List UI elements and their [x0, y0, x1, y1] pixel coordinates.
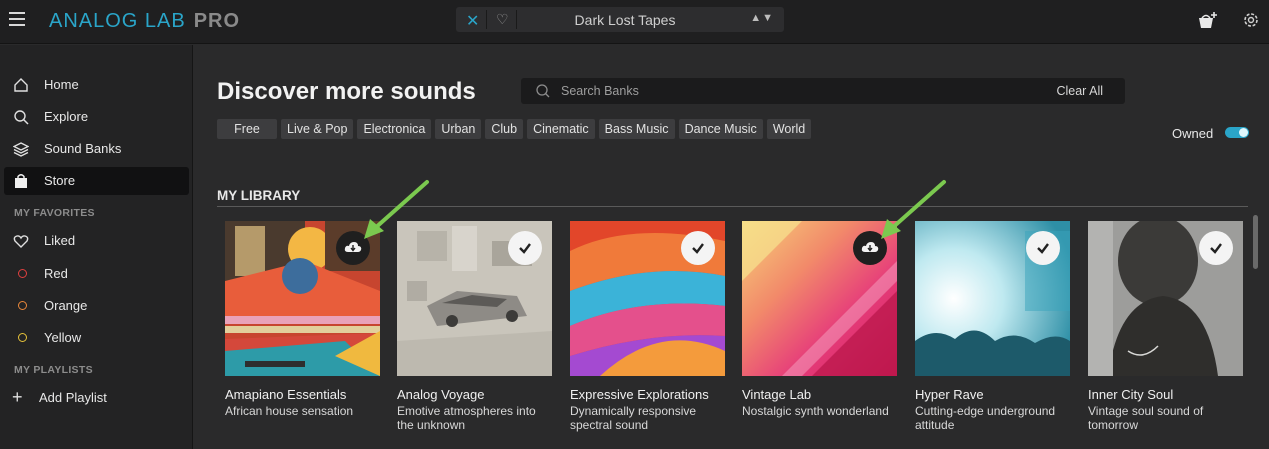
owned-badge: [681, 231, 715, 265]
preset-name[interactable]: Dark Lost Tapes: [516, 12, 734, 28]
sidebar-item-home[interactable]: Home: [4, 71, 189, 99]
checkmark-icon: [1210, 243, 1222, 254]
bank-card-amapiano-essentials[interactable]: Amapiano Essentials African house sensat…: [225, 221, 380, 418]
owned-badge: [1199, 231, 1233, 265]
scrollbar-thumb[interactable]: [1253, 215, 1258, 269]
heart-icon: [13, 235, 29, 248]
sidebar: Home Explore Sound Banks Store MY FAVORI…: [0, 45, 193, 449]
search-icon: [14, 110, 29, 125]
preset-nav-arrows-icon[interactable]: ▲▼: [750, 12, 774, 24]
owned-badge: [1026, 231, 1060, 265]
tag-urban[interactable]: Urban: [435, 119, 482, 139]
top-bar: ANALOG LAB PRO ✕ ♡ Dark Lost Tapes ▲▼: [0, 0, 1269, 44]
sidebar-item-label: Red: [44, 266, 68, 281]
search-bar: Clear All: [521, 78, 1125, 104]
cart-add-icon[interactable]: [1196, 11, 1218, 31]
gear-icon[interactable]: [1242, 11, 1260, 29]
bank-card-expressive-explorations[interactable]: Expressive Explorations Dynamically resp…: [570, 221, 725, 432]
bank-description: Emotive atmospheres into the unknown: [397, 404, 536, 432]
hamburger-menu-icon[interactable]: [9, 12, 25, 26]
sidebar-item-label: Yellow: [44, 330, 82, 345]
bank-cover-image: [1088, 221, 1243, 376]
sidebar-item-sound-banks[interactable]: Sound Banks: [4, 135, 189, 163]
checkmark-icon: [519, 243, 531, 254]
sidebar-item-store[interactable]: Store: [4, 167, 189, 195]
sidebar-item-label: Explore: [44, 109, 89, 124]
tag-bass-music[interactable]: Bass Music: [598, 119, 675, 139]
bank-card-vintage-lab[interactable]: Vintage Lab Nostalgic synth wonderland: [742, 221, 897, 418]
home-icon: [14, 78, 28, 92]
bank-description: Cutting-edge underground attitude: [915, 404, 1056, 432]
sidebar-item-label: Orange: [44, 298, 88, 313]
bank-title: Inner City Soul: [1088, 387, 1174, 402]
bank-description: African house sensation: [225, 404, 354, 418]
bank-description: Nostalgic synth wonderland: [742, 404, 889, 418]
bank-title: Vintage Lab: [742, 387, 812, 402]
divider: [486, 10, 487, 29]
search-input[interactable]: [561, 82, 981, 100]
close-icon[interactable]: ✕: [466, 11, 479, 31]
bank-description: Dynamically responsive spectral sound: [570, 404, 697, 432]
sidebar-item-explore[interactable]: Explore: [4, 103, 189, 131]
annotation-arrow-icon: [364, 180, 429, 239]
library-header: MY LIBRARY: [217, 188, 301, 203]
orange-dot-icon: [18, 301, 27, 310]
preset-selector[interactable]: ✕ ♡ Dark Lost Tapes ▲▼: [456, 7, 784, 32]
tag-live-pop[interactable]: Live & Pop: [281, 119, 354, 139]
yellow-dot-icon: [18, 333, 27, 342]
sidebar-item-red[interactable]: Red: [4, 260, 189, 288]
red-dot-icon: [18, 269, 27, 278]
favorites-header: MY FAVORITES: [14, 207, 95, 219]
clear-all-button[interactable]: Clear All: [1056, 84, 1103, 98]
checkmark-icon: [1037, 243, 1049, 254]
sidebar-item-label: Sound Banks: [44, 141, 122, 156]
tag-world[interactable]: World: [766, 119, 812, 139]
bank-card-analog-voyage[interactable]: Analog Voyage Emotive atmospheres into t…: [397, 221, 552, 432]
layers-icon: [13, 142, 29, 157]
bank-title: Hyper Rave: [915, 387, 984, 402]
sidebar-item-liked[interactable]: Liked: [4, 227, 189, 255]
search-icon: [536, 84, 550, 98]
plus-icon: +: [12, 387, 23, 407]
owned-label: Owned: [1172, 126, 1214, 141]
page-title: Discover more sounds: [217, 78, 476, 105]
annotation-arrow-icon: [881, 180, 946, 239]
bank-title: Expressive Explorations: [570, 387, 709, 402]
tag-electronica[interactable]: Electronica: [357, 119, 432, 139]
app-logo: ANALOG LAB PRO: [49, 10, 240, 33]
owned-badge: [508, 231, 542, 265]
bank-title: Analog Voyage: [397, 387, 485, 402]
tag-free[interactable]: Free: [217, 119, 277, 139]
playlists-header: MY PLAYLISTS: [14, 364, 93, 376]
sidebar-item-label: Home: [44, 77, 79, 92]
logo-main: ANALOG LAB: [49, 10, 186, 32]
bank-card-hyper-rave[interactable]: Hyper Rave Cutting-edge underground atti…: [915, 221, 1070, 432]
shopping-bag-icon: [15, 174, 27, 188]
sidebar-item-label: Liked: [44, 233, 76, 248]
bank-title: Amapiano Essentials: [225, 387, 347, 402]
bank-description: Vintage soul sound of tomorrow: [1088, 404, 1204, 432]
heart-icon[interactable]: ♡: [496, 11, 509, 28]
store-content: Discover more sounds Clear All Free Live…: [194, 45, 1269, 449]
sidebar-item-label: Store: [44, 173, 76, 188]
tag-dance-music[interactable]: Dance Music: [678, 119, 763, 139]
owned-toggle[interactable]: [1225, 127, 1249, 138]
logo-edition: PRO: [193, 10, 241, 32]
sidebar-item-orange[interactable]: Orange: [4, 292, 189, 320]
genre-tags: Free Live & Pop Electronica Urban Club C…: [217, 119, 815, 139]
tag-club[interactable]: Club: [485, 119, 524, 139]
tag-cinematic[interactable]: Cinematic: [527, 119, 595, 139]
add-playlist-button[interactable]: + Add Playlist: [4, 384, 189, 412]
add-playlist-label: Add Playlist: [39, 390, 107, 405]
bank-cover-image: [570, 221, 725, 376]
bank-card-inner-city-soul[interactable]: Inner City Soul Vintage soul sound of to…: [1088, 221, 1243, 432]
checkmark-icon: [692, 243, 704, 254]
sidebar-item-yellow[interactable]: Yellow: [4, 324, 189, 352]
